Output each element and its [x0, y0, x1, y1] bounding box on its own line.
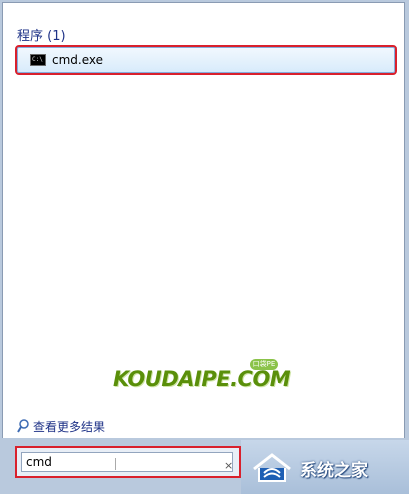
see-more-results-link[interactable]: 查看更多结果: [17, 417, 105, 435]
command-prompt-icon: C:\: [30, 54, 46, 66]
see-more-label: 查看更多结果: [33, 419, 106, 434]
results-group-header: 程序 (1): [17, 25, 397, 48]
search-input[interactable]: [21, 452, 233, 472]
house-logo-icon: [253, 453, 291, 482]
search-box-container: ×: [15, 446, 241, 478]
search-icon: [17, 419, 29, 433]
text-caret: [115, 458, 116, 470]
xitongzhijia-logo: 系统之家: [250, 448, 406, 488]
watermark-badge: 口袋PE: [250, 359, 278, 370]
logo-text: 系统之家: [300, 460, 368, 481]
clear-search-icon[interactable]: ×: [224, 459, 233, 472]
group-label: 程序 (1): [17, 29, 66, 44]
result-item-label: cmd.exe: [52, 53, 104, 67]
start-menu-results-panel: 程序 (1) C:\ cmd.exe KOUDAIPE.COM 口袋PE 查看更…: [2, 2, 405, 438]
watermark-text: KOUDAIPE.COM: [113, 367, 291, 391]
result-item-cmd[interactable]: C:\ cmd.exe: [15, 45, 397, 75]
watermark-koudaipe: KOUDAIPE.COM 口袋PE: [113, 359, 293, 395]
